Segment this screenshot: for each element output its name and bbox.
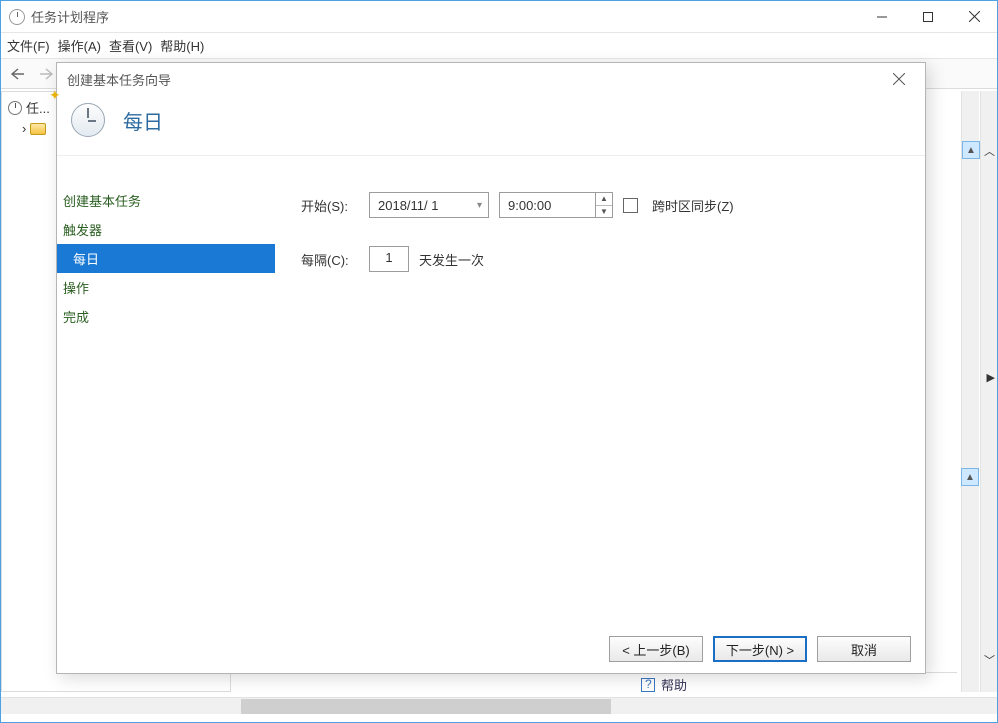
sync-timezone-checkbox[interactable] <box>623 198 638 213</box>
wizard-nav: 创建基本任务 触发器 每日 操作 完成 <box>57 164 275 625</box>
chevron-up-icon[interactable]: ︿ <box>984 143 995 159</box>
clock-icon <box>8 101 22 115</box>
cancel-button[interactable]: 取消 <box>817 636 911 662</box>
date-dropdown-icon[interactable]: ▾ <box>477 200 482 211</box>
start-label: 开始(S): <box>301 196 359 215</box>
folder-icon <box>30 123 46 135</box>
app-clock-icon <box>9 9 25 25</box>
menu-view[interactable]: 查看(V) <box>109 36 152 55</box>
scrollbar-inner[interactable]: ▲ ▲ <box>961 91 979 692</box>
new-star-icon: ✦ <box>49 87 61 104</box>
sync-timezone-label: 跨时区同步(Z) <box>652 196 734 215</box>
chevron-right-icon[interactable]: ▶ <box>987 371 995 384</box>
dialog-title: 创建基本任务向导 <box>67 70 883 89</box>
menu-action[interactable]: 操作(A) <box>58 36 101 55</box>
interval-suffix: 天发生一次 <box>419 250 484 269</box>
tree-expander-icon[interactable]: › <box>22 121 26 136</box>
h-scroll-thumb[interactable] <box>241 699 611 714</box>
wizard-clock-icon <box>71 103 105 137</box>
maximize-button[interactable] <box>905 1 951 32</box>
nav-finish[interactable]: 完成 <box>57 302 275 331</box>
minimize-button[interactable] <box>859 1 905 32</box>
dialog-close-button[interactable] <box>883 65 915 93</box>
wizard-content: 开始(S): 2018/11/ 1 ▾ 9:00:00 ▲ ▼ 跨时区同步(Z) <box>275 164 925 625</box>
back-button[interactable]: < 上一步(B) <box>609 636 703 662</box>
nav-action[interactable]: 操作 <box>57 273 275 302</box>
help-icon[interactable] <box>641 678 655 692</box>
nav-create-basic-task[interactable]: 创建基本任务 <box>57 186 275 215</box>
bottom-strip: 帮助 <box>241 672 957 696</box>
start-time-input[interactable]: 9:00:00 <box>499 192 595 218</box>
menu-file[interactable]: 文件(F) <box>7 36 50 55</box>
menubar: 文件(F) 操作(A) 查看(V) 帮助(H) <box>1 33 997 59</box>
dialog-header: ✦ 每日 <box>57 95 925 155</box>
spinner-up-icon[interactable]: ▲ <box>596 193 612 206</box>
right-rail: ▲ ▲ ︿ ▶ ﹀ <box>959 91 997 692</box>
spinner-down-icon[interactable]: ▼ <box>596 206 612 218</box>
outer-titlebar: 任务计划程序 <box>1 1 997 33</box>
menu-help[interactable]: 帮助(H) <box>160 36 204 55</box>
time-spinner[interactable]: ▲ ▼ <box>595 192 613 218</box>
scrollbar-outer[interactable]: ︿ ▶ ﹀ <box>980 91 997 692</box>
interval-label: 每隔(C): <box>301 250 359 269</box>
dialog-footer: < 上一步(B) 下一步(N) > 取消 <box>57 625 925 673</box>
outer-close-button[interactable] <box>951 1 997 32</box>
back-icon[interactable] <box>5 63 29 85</box>
create-basic-task-wizard: 创建基本任务向导 ✦ 每日 创建基本任务 触发器 每日 操作 完成 开始(S):… <box>56 62 926 674</box>
dialog-titlebar: 创建基本任务向导 <box>57 63 925 95</box>
next-button[interactable]: 下一步(N) > <box>713 636 807 662</box>
tree-root-label: 任... <box>26 98 50 117</box>
start-date-input[interactable]: 2018/11/ 1 ▾ <box>369 192 489 218</box>
scroll-up2-icon[interactable]: ▲ <box>961 468 979 486</box>
nav-daily[interactable]: 每日 <box>57 244 275 273</box>
app-title: 任务计划程序 <box>31 7 859 26</box>
h-scrollbar[interactable] <box>1 697 997 714</box>
start-date-value: 2018/11/ 1 <box>378 198 438 213</box>
separator <box>57 155 925 156</box>
chevron-down-icon[interactable]: ﹀ <box>984 652 995 668</box>
dialog-heading: 每日 <box>123 106 163 135</box>
interval-input[interactable]: 1 <box>369 246 409 272</box>
bottom-help-label: 帮助 <box>661 675 687 694</box>
scroll-up-icon[interactable]: ▲ <box>962 141 980 159</box>
nav-trigger[interactable]: 触发器 <box>57 215 275 244</box>
start-time-value: 9:00:00 <box>508 198 551 213</box>
